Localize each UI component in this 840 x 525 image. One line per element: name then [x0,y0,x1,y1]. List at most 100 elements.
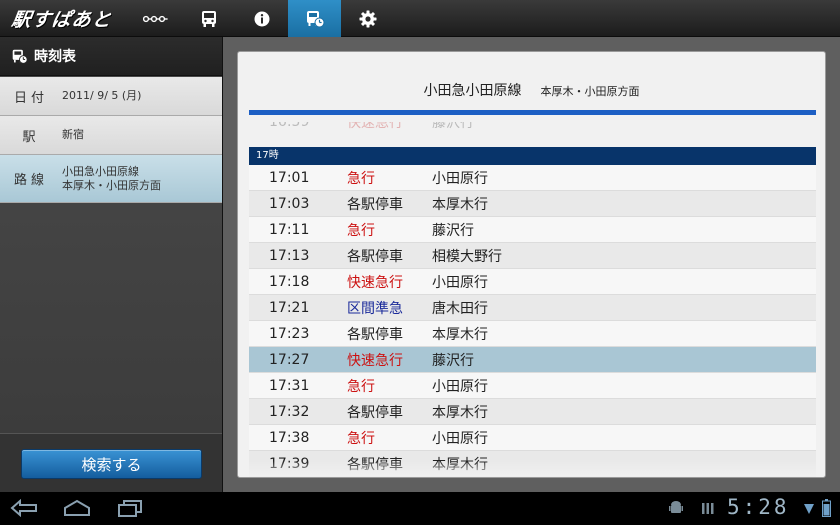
direction-name: 本厚木・小田原方面 [540,85,640,98]
hour-header: 17時 [249,147,816,165]
departure-row[interactable]: 17:38 急行 小田原行 [249,425,816,451]
departure-time: 17:03 [269,195,310,212]
action-bar: 駅すぱあと [0,0,840,37]
timetable-card: 小田急小田原線 本厚木・小田原方面 16:59 快速急行 藤沢行 17時 17:… [237,51,826,478]
tab-bar [129,0,394,37]
timetable-icon [306,10,324,27]
train-type: 急行 [347,222,375,239]
back-button[interactable] [5,496,45,520]
destination: 小田原行 [432,430,488,447]
left-panel: 時刻表 日付 2011/ 9/ 5 (月) 駅 新宿 路線 小田急小田原線 本厚… [0,37,223,492]
tab-bus[interactable] [182,0,235,37]
train-type: 快速急行 [347,352,403,369]
train-type: 各駅停車 [347,404,403,421]
departure-time: 17:31 [269,377,310,394]
info-icon [254,11,269,26]
departure-row[interactable]: 17:27 快速急行 藤沢行 [249,347,816,373]
train-type: 急行 [347,430,375,447]
departure-rows: 17:01 急行 小田原行 17:03 各駅停車 本厚木行 17:11 急行 藤沢行 17:13 各… [249,165,816,478]
battery-icon [821,499,831,517]
route-direction: 本厚木・小田原方面 [62,178,161,192]
departure-time: 17:23 [269,325,310,342]
departure-time: 17:21 [269,299,310,316]
tab-route[interactable] [129,0,182,37]
destination: 本厚木行 [432,404,488,421]
train-type: 急行 [347,378,375,395]
route-dots-icon [142,15,168,22]
train-type: 快速急行 [347,274,403,291]
departure-time: 17:01 [269,169,310,186]
ghost-kind: 快速急行 [347,122,403,131]
route-row[interactable]: 路線 小田急小田原線 本厚木・小田原方面 [0,155,222,203]
panel-title: 時刻表 [34,49,76,65]
recent-apps-icon [118,500,142,517]
departure-row[interactable]: 17:11 急行 藤沢行 [249,217,816,243]
timetable-list[interactable]: 16:59 快速急行 藤沢行 17時 17:01 急行 小田原行 17:03 各駅停車本… [249,122,816,478]
back-icon [10,499,37,517]
timetable-icon [12,49,28,64]
android-debug-icon [669,501,683,513]
title-divider [249,110,816,115]
route-line-name: 小田急小田原線 [62,164,139,178]
timetable-title: 小田急小田原線 本厚木・小田原方面 [238,80,825,100]
departure-time: 17:38 [269,429,310,446]
date-label: 日付 [13,90,48,106]
train-type: 急行 [347,170,375,187]
date-row[interactable]: 日付 2011/ 9/ 5 (月) [0,77,222,116]
date-value: 2011/ 9/ 5 (月) [62,89,142,102]
home-button[interactable] [57,496,97,520]
panel-header: 時刻表 [0,37,222,76]
destination: 小田原行 [432,378,488,395]
recent-apps-button[interactable] [110,496,150,520]
train-type: 各駅停車 [347,248,403,265]
system-bar: 5:28 [0,492,840,525]
notification-bars[interactable] [697,496,719,520]
departure-time: 17:32 [269,403,310,420]
line-name: 小田急小田原線 [423,83,522,99]
notification-icon [702,503,714,514]
debug-notification[interactable] [662,496,690,520]
departure-time: 17:11 [269,221,310,238]
app-logo: 駅すぱあと [10,9,114,31]
station-value: 新宿 [62,128,84,141]
departure-row[interactable]: 17:32 各駅停車 本厚木行 [249,399,816,425]
departure-row[interactable]: 急行 [249,477,816,478]
tab-settings[interactable] [341,0,394,37]
departure-row[interactable]: 17:21 区間準急 唐木田行 [249,295,816,321]
destination: 相模大野行 [432,248,502,265]
search-button[interactable]: 検索する [21,449,202,479]
route-label: 路線 [13,173,48,188]
station-row[interactable]: 駅 新宿 [0,116,222,155]
destination: 藤沢行 [432,222,474,239]
departure-row[interactable]: 17:18 快速急行 小田原行 [249,269,816,295]
ghost-time: 16:59 [269,122,310,130]
ghost-dest: 藤沢行 [432,122,474,131]
previous-row-partial: 16:59 快速急行 藤沢行 [249,122,816,142]
battery-status [816,496,836,520]
departure-row[interactable]: 17:03 各駅停車 本厚木行 [249,191,816,217]
departure-row[interactable]: 17:13 各駅停車 相模大野行 [249,243,816,269]
train-type: 区間準急 [347,300,403,317]
station-label: 駅 [22,129,40,145]
destination: 小田原行 [432,274,488,291]
train-type: 各駅停車 [347,196,403,213]
status-clock[interactable]: 5:28 [727,495,790,519]
tab-info[interactable] [235,0,288,37]
departure-row[interactable]: 17:23 各駅停車 本厚木行 [249,321,816,347]
departure-time: 17:13 [269,247,310,264]
destination: 本厚木行 [432,326,488,343]
departure-row[interactable]: 17:01 急行 小田原行 [249,165,816,191]
destination: 唐木田行 [432,300,488,317]
departure-time: 17:18 [269,273,310,290]
departure-row[interactable]: 17:31 急行 小田原行 [249,373,816,399]
departure-time: 17:27 [269,351,310,368]
tab-timetable[interactable] [288,0,341,37]
train-type: 各駅停車 [347,326,403,343]
scroll-fade [249,461,816,477]
home-icon [64,499,90,516]
wifi-icon [804,504,814,514]
destination: 本厚木行 [432,196,488,213]
destination: 小田原行 [432,170,488,187]
gear-icon [359,10,376,27]
destination: 藤沢行 [432,352,474,369]
